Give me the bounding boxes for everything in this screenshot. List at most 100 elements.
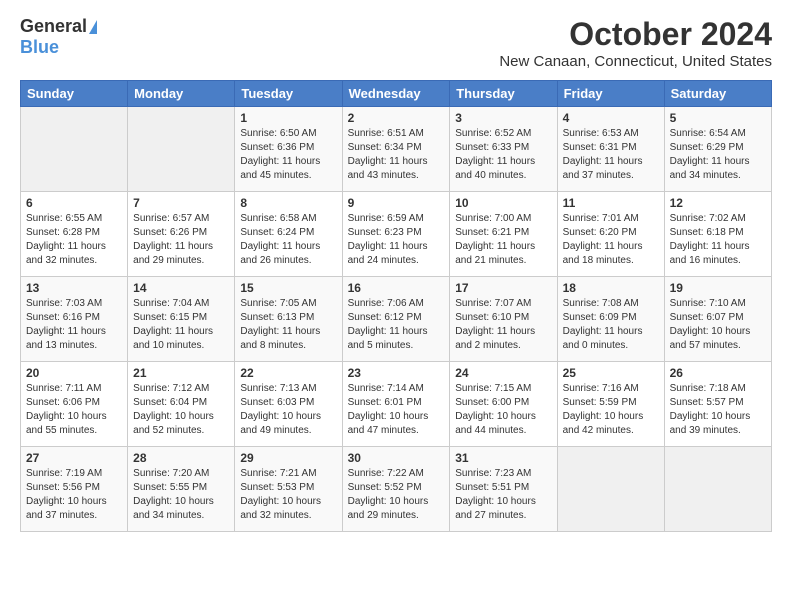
day-number: 22 (240, 366, 336, 380)
calendar-cell: 11 Sunrise: 7:01 AMSunset: 6:20 PMDayligh… (557, 192, 664, 277)
calendar-cell (664, 447, 771, 532)
calendar-cell: 1 Sunrise: 6:50 AMSunset: 6:36 PMDaylight… (235, 107, 342, 192)
day-info: Sunrise: 6:50 AMSunset: 6:36 PMDaylight:… (240, 127, 336, 183)
calendar-cell: 30Sunrise: 7:22 AMSunset: 5:52 PMDayligh… (342, 447, 450, 532)
day-info: Sunrise: 7:02 AMSunset: 6:18 PMDaylight:… (670, 212, 766, 268)
calendar-week-row: 1 Sunrise: 6:50 AMSunset: 6:36 PMDaylight… (21, 107, 772, 192)
day-number: 31 (455, 451, 551, 465)
day-number: 15 (240, 281, 336, 295)
day-info: Sunrise: 6:58 AMSunset: 6:24 PMDaylight:… (240, 212, 336, 268)
calendar-cell: 3 Sunrise: 6:52 AMSunset: 6:33 PMDaylight… (450, 107, 557, 192)
col-monday: Monday (128, 81, 235, 107)
day-info: Sunrise: 6:59 AMSunset: 6:23 PMDaylight:… (348, 212, 445, 268)
day-number: 16 (348, 281, 445, 295)
day-info: Sunrise: 7:15 AMSunset: 6:00 PMDaylight:… (455, 382, 551, 438)
calendar-cell: 31 Sunrise: 7:23 AMSunset: 5:51 PMDayligh… (450, 447, 557, 532)
day-number: 3 (455, 111, 551, 125)
day-info: Sunrise: 7:06 AMSunset: 6:12 PMDaylight:… (348, 297, 445, 353)
day-info: Sunrise: 7:11 AMSunset: 6:06 PMDaylight:… (26, 382, 122, 438)
calendar-cell: 20 Sunrise: 7:11 AMSunset: 6:06 PMDayligh… (21, 362, 128, 447)
col-wednesday: Wednesday (342, 81, 450, 107)
calendar-week-row: 20 Sunrise: 7:11 AMSunset: 6:06 PMDayligh… (21, 362, 772, 447)
calendar-cell: 2 Sunrise: 6:51 AMSunset: 6:34 PMDaylight… (342, 107, 450, 192)
day-info: Sunrise: 6:57 AMSunset: 6:26 PMDaylight:… (133, 212, 229, 268)
day-info: Sunrise: 7:04 AMSunset: 6:15 PMDaylight:… (133, 297, 229, 353)
day-number: 18 (563, 281, 659, 295)
col-tuesday: Tuesday (235, 81, 342, 107)
day-info: Sunrise: 7:05 AMSunset: 6:13 PMDaylight:… (240, 297, 336, 353)
calendar-cell: 15 Sunrise: 7:05 AMSunset: 6:13 PMDayligh… (235, 277, 342, 362)
header: General Blue October 2024 New Canaan, Co… (20, 16, 772, 70)
day-info: Sunrise: 6:51 AMSunset: 6:34 PMDaylight:… (348, 127, 445, 183)
calendar-cell: 21 Sunrise: 7:12 AMSunset: 6:04 PMDayligh… (128, 362, 235, 447)
logo-triangle-icon (89, 20, 97, 34)
calendar-cell: 27 Sunrise: 7:19 AMSunset: 5:56 PMDayligh… (21, 447, 128, 532)
calendar-subtitle: New Canaan, Connecticut, United States (499, 53, 772, 70)
day-info: Sunrise: 7:08 AMSunset: 6:09 PMDaylight:… (563, 297, 659, 353)
day-info: Sunrise: 7:12 AMSunset: 6:04 PMDaylight:… (133, 382, 229, 438)
calendar-cell: 10Sunrise: 7:00 AMSunset: 6:21 PMDayligh… (450, 192, 557, 277)
day-number: 6 (26, 196, 122, 210)
day-number: 30 (348, 451, 445, 465)
day-number: 5 (670, 111, 766, 125)
calendar-cell: 17 Sunrise: 7:07 AMSunset: 6:10 PMDayligh… (450, 277, 557, 362)
day-number: 13 (26, 281, 122, 295)
calendar-cell: 18 Sunrise: 7:08 AMSunset: 6:09 PMDayligh… (557, 277, 664, 362)
calendar-week-row: 13 Sunrise: 7:03 AMSunset: 6:16 PMDayligh… (21, 277, 772, 362)
calendar-week-row: 27 Sunrise: 7:19 AMSunset: 5:56 PMDayligh… (21, 447, 772, 532)
calendar-cell: 9Sunrise: 6:59 AMSunset: 6:23 PMDaylight… (342, 192, 450, 277)
day-number: 14 (133, 281, 229, 295)
day-info: Sunrise: 7:16 AMSunset: 5:59 PMDaylight:… (563, 382, 659, 438)
day-info: Sunrise: 7:13 AMSunset: 6:03 PMDaylight:… (240, 382, 336, 438)
day-number: 4 (563, 111, 659, 125)
calendar-title: October 2024 (499, 16, 772, 53)
day-number: 2 (348, 111, 445, 125)
title-area: October 2024 New Canaan, Connecticut, Un… (499, 16, 772, 70)
calendar-cell: 6Sunrise: 6:55 AMSunset: 6:28 PMDaylight… (21, 192, 128, 277)
day-number: 11 (563, 196, 659, 210)
day-info: Sunrise: 7:20 AMSunset: 5:55 PMDaylight:… (133, 467, 229, 523)
calendar-header-row: Sunday Monday Tuesday Wednesday Thursday… (21, 81, 772, 107)
calendar-cell: 16 Sunrise: 7:06 AMSunset: 6:12 PMDayligh… (342, 277, 450, 362)
calendar-cell: 28Sunrise: 7:20 AMSunset: 5:55 PMDayligh… (128, 447, 235, 532)
calendar-cell: 19 Sunrise: 7:10 AMSunset: 6:07 PMDayligh… (664, 277, 771, 362)
day-info: Sunrise: 7:07 AMSunset: 6:10 PMDaylight:… (455, 297, 551, 353)
day-info: Sunrise: 7:18 AMSunset: 5:57 PMDaylight:… (670, 382, 766, 438)
calendar-table: Sunday Monday Tuesday Wednesday Thursday… (20, 80, 772, 532)
day-info: Sunrise: 7:03 AMSunset: 6:16 PMDaylight:… (26, 297, 122, 353)
calendar-cell: 24Sunrise: 7:15 AMSunset: 6:00 PMDayligh… (450, 362, 557, 447)
day-info: Sunrise: 7:01 AMSunset: 6:20 PMDaylight:… (563, 212, 659, 268)
logo-blue-text: Blue (20, 37, 59, 58)
calendar-cell: 7 Sunrise: 6:57 AMSunset: 6:26 PMDaylight… (128, 192, 235, 277)
calendar-week-row: 6Sunrise: 6:55 AMSunset: 6:28 PMDaylight… (21, 192, 772, 277)
day-info: Sunrise: 7:19 AMSunset: 5:56 PMDaylight:… (26, 467, 122, 523)
day-number: 26 (670, 366, 766, 380)
day-info: Sunrise: 7:10 AMSunset: 6:07 PMDaylight:… (670, 297, 766, 353)
col-thursday: Thursday (450, 81, 557, 107)
day-number: 10 (455, 196, 551, 210)
day-number: 25 (563, 366, 659, 380)
day-number: 12 (670, 196, 766, 210)
day-number: 19 (670, 281, 766, 295)
day-info: Sunrise: 6:54 AMSunset: 6:29 PMDaylight:… (670, 127, 766, 183)
day-number: 20 (26, 366, 122, 380)
calendar-cell: 4Sunrise: 6:53 AMSunset: 6:31 PMDaylight… (557, 107, 664, 192)
calendar-cell (557, 447, 664, 532)
page: General Blue October 2024 New Canaan, Co… (0, 0, 792, 548)
day-info: Sunrise: 6:52 AMSunset: 6:33 PMDaylight:… (455, 127, 551, 183)
day-number: 7 (133, 196, 229, 210)
calendar-cell: 8 Sunrise: 6:58 AMSunset: 6:24 PMDaylight… (235, 192, 342, 277)
day-number: 17 (455, 281, 551, 295)
calendar-cell: 26 Sunrise: 7:18 AMSunset: 5:57 PMDayligh… (664, 362, 771, 447)
day-number: 8 (240, 196, 336, 210)
calendar-cell: 22 Sunrise: 7:13 AMSunset: 6:03 PMDayligh… (235, 362, 342, 447)
day-number: 29 (240, 451, 336, 465)
day-number: 21 (133, 366, 229, 380)
calendar-cell: 12 Sunrise: 7:02 AMSunset: 6:18 PMDayligh… (664, 192, 771, 277)
day-number: 27 (26, 451, 122, 465)
day-number: 1 (240, 111, 336, 125)
calendar-cell: 5 Sunrise: 6:54 AMSunset: 6:29 PMDaylight… (664, 107, 771, 192)
day-info: Sunrise: 7:23 AMSunset: 5:51 PMDaylight:… (455, 467, 551, 523)
calendar-cell (128, 107, 235, 192)
logo: General Blue (20, 16, 97, 58)
